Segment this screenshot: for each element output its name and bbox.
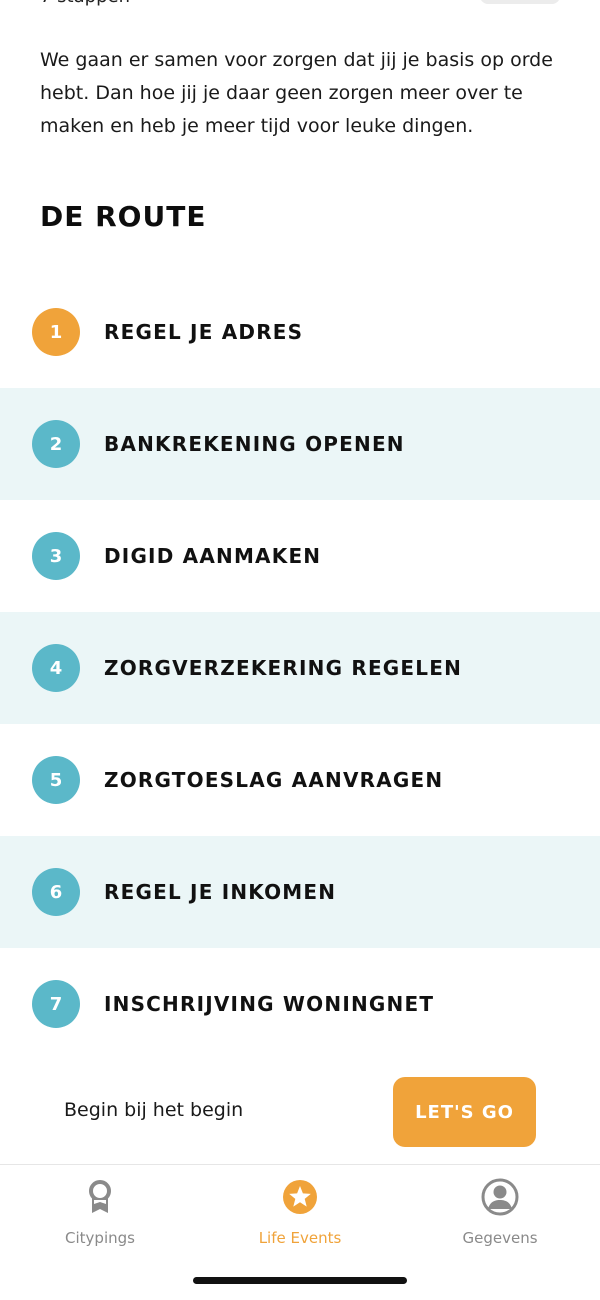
step-label: DIGID AANMAKEN [104, 544, 322, 568]
route-list: 1 REGEL JE ADRES 2 BANKREKENING OPENEN 3… [0, 276, 600, 1060]
step-number-badge: 1 [32, 308, 80, 356]
step-number-badge: 7 [32, 980, 80, 1028]
route-step-1[interactable]: 1 REGEL JE ADRES [0, 276, 600, 388]
tab-label: Gegevens [462, 1229, 538, 1247]
step-label: INSCHRIJVING WONINGNET [104, 992, 435, 1016]
ribbon-award-icon [80, 1177, 120, 1217]
step-label: ZORGVERZEKERING REGELEN [104, 656, 463, 680]
tab-label: Citypings [65, 1229, 135, 1247]
cta-text: Begin bij het begin [64, 1099, 244, 1121]
tab-gegevens[interactable]: Gegevens [400, 1175, 600, 1259]
tab-label: Life Events [258, 1229, 342, 1247]
user-circle-icon [480, 1177, 520, 1217]
route-step-4[interactable]: 4 ZORGVERZEKERING REGELEN [0, 612, 600, 724]
steps-count-partial: 7 stappen [40, 0, 130, 10]
lets-go-button[interactable]: LET'S GO [393, 1077, 536, 1147]
step-label: BANKREKENING OPENEN [104, 432, 405, 456]
tab-citypings[interactable]: Citypings [0, 1175, 200, 1259]
route-step-6[interactable]: 6 REGEL JE INKOMEN [0, 836, 600, 948]
step-number-badge: 6 [32, 868, 80, 916]
route-step-5[interactable]: 5 ZORGTOESLAG AANVRAGEN [0, 724, 600, 836]
step-label: REGEL JE INKOMEN [104, 880, 337, 904]
step-label: REGEL JE ADRES [104, 320, 304, 344]
home-indicator [193, 1277, 407, 1284]
route-step-7[interactable]: 7 INSCHRIJVING WONINGNET [0, 948, 600, 1060]
route-step-3[interactable]: 3 DIGID AANMAKEN [0, 500, 600, 612]
step-number-badge: 3 [32, 532, 80, 580]
section-title: DE ROUTE [40, 200, 207, 233]
step-number-badge: 2 [32, 420, 80, 468]
step-label: ZORGTOESLAG AANVRAGEN [104, 768, 444, 792]
tab-life-events[interactable]: Life Events [200, 1175, 400, 1259]
star-circle-icon [280, 1177, 320, 1217]
top-pill-partial [480, 0, 560, 4]
intro-text: We gaan er samen voor zorgen dat jij je … [40, 49, 553, 137]
step-number-badge: 5 [32, 756, 80, 804]
step-number-badge: 4 [32, 644, 80, 692]
route-step-2[interactable]: 2 BANKREKENING OPENEN [0, 388, 600, 500]
